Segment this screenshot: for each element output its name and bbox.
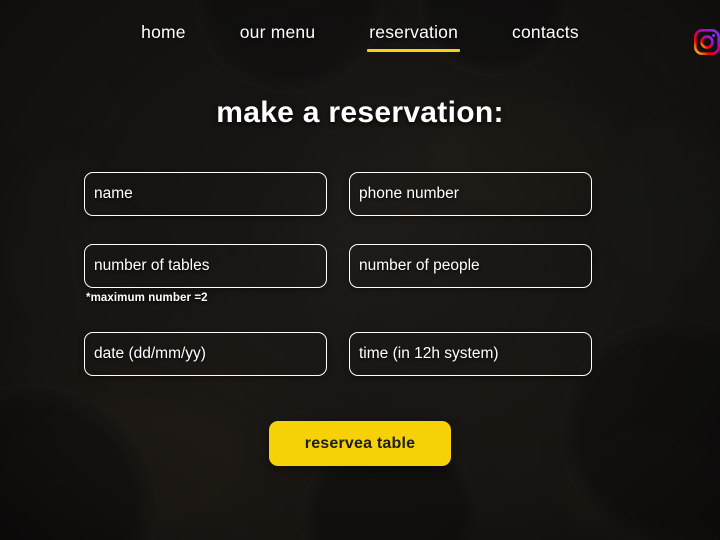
instagram-link[interactable] [693, 28, 720, 55]
main-navigation: home our menu reservation contacts [0, 0, 720, 74]
field-cell-time [349, 332, 592, 376]
field-cell-name [84, 172, 327, 216]
max-tables-note: *maximum number =2 [86, 292, 208, 304]
phone-number-input[interactable] [349, 172, 592, 216]
field-cell-date [84, 332, 327, 376]
page-title: make a reservation: [216, 96, 504, 129]
form-row-contact [84, 172, 592, 216]
nav-item-contacts[interactable]: contacts [512, 22, 579, 52]
submit-row: reservea table [0, 421, 720, 466]
nav-item-our-menu[interactable]: our menu [240, 22, 316, 52]
field-cell-people [349, 244, 592, 288]
name-input[interactable] [84, 172, 327, 216]
reserve-table-button[interactable]: reservea table [269, 421, 451, 466]
number-of-tables-input[interactable] [84, 244, 327, 288]
nav-item-label: reservation [369, 22, 459, 42]
date-input[interactable] [84, 332, 327, 376]
instagram-icon [693, 28, 720, 55]
field-cell-phone [349, 172, 592, 216]
number-of-people-input[interactable] [349, 244, 592, 288]
form-row-datetime [84, 332, 592, 376]
nav-item-home[interactable]: home [141, 22, 186, 52]
form-row-party: *maximum number =2 [84, 244, 592, 304]
nav-item-label: contacts [512, 22, 579, 42]
reservation-form: *maximum number =2 [84, 172, 592, 404]
nav-item-label: our menu [239, 22, 316, 42]
field-cell-tables: *maximum number =2 [84, 244, 327, 304]
nav-list: home our menu reservation contacts [141, 22, 579, 52]
nav-item-reservation[interactable]: reservation [367, 22, 460, 52]
time-input[interactable] [349, 332, 592, 376]
nav-item-label: home [141, 22, 186, 42]
